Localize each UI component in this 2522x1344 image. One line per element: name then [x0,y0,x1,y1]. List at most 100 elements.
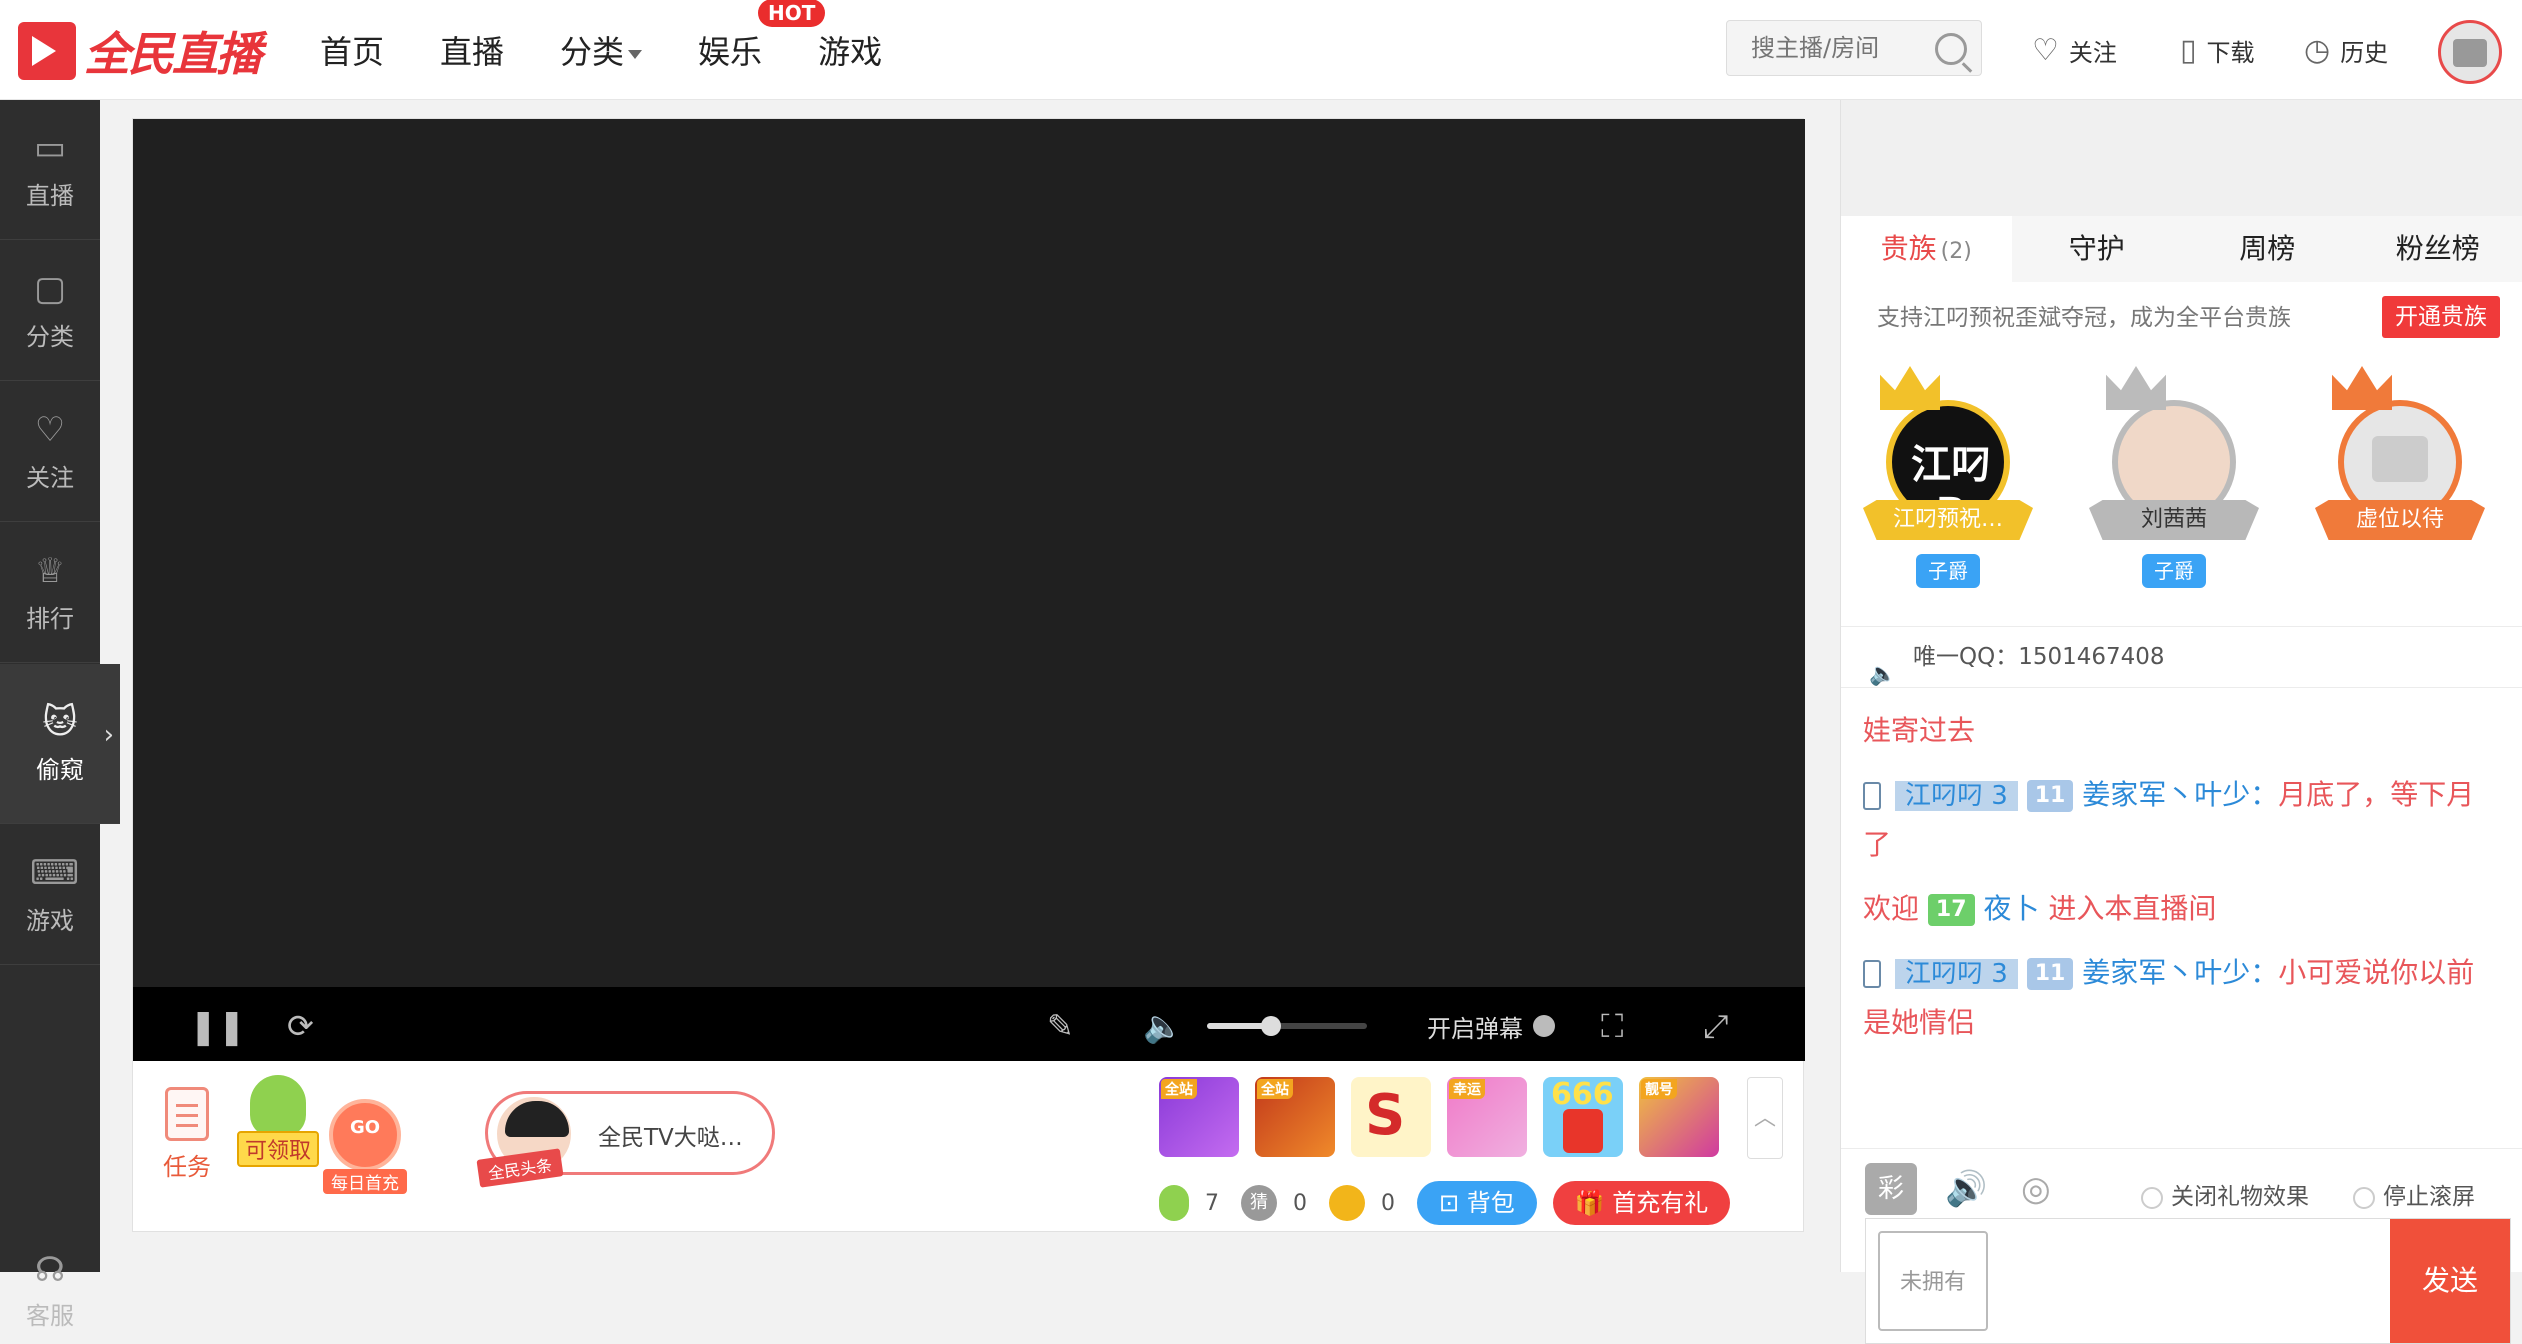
site-logo[interactable]: 全民直播 [18,22,260,80]
sidebar-item-label: 游戏 [26,907,74,935]
radio[interactable] [2141,1187,2163,1209]
gift-box-icon: 🎁 [1575,1189,1613,1217]
gift-item[interactable]: 靓号 [1639,1077,1719,1157]
chat-text: 进入本直播间 [2048,892,2216,925]
edit-icon[interactable]: ✎ [1047,1007,1074,1045]
chat-username[interactable]: 夜卜 [1983,892,2039,925]
tab-guard[interactable]: 守护 [2012,216,2183,282]
daily-recharge-label: 每日首充 [323,1169,407,1194]
go-text: GO [333,1117,397,1138]
chat-message: 娃寄过去 [1863,706,2501,756]
gift-item[interactable]: 666 [1543,1077,1623,1157]
first-recharge-label: 首充有礼 [1612,1189,1708,1217]
pear-icon [250,1075,306,1137]
chat-message: 欢迎 17 夜卜 进入本直播间 [1863,884,2501,934]
chat-username[interactable]: 姜家军丶叶少 [2082,778,2250,811]
sidebar-item-peek[interactable]: 🐱偷窥› [0,664,120,824]
chat-username[interactable]: 姜家军丶叶少 [2082,956,2250,989]
mobile-icon [1863,782,1881,810]
gift-scroll-up-icon[interactable]: ︿ [1747,1077,1783,1159]
nav-home[interactable]: 首页 [320,27,384,73]
user-avatar[interactable] [2438,20,2502,84]
volume-icon[interactable]: 🔈 [1143,1007,1183,1045]
horn-icon[interactable]: 🔊 [1945,1169,1987,1209]
refresh-icon[interactable]: ⟳ [287,1007,314,1045]
history-label: 历史 [2340,33,2388,68]
gift-item[interactable]: 全站 [1255,1077,1335,1157]
heart-icon: ♡ [30,412,70,448]
user-badge: 江叼叼 3 [1895,959,2018,989]
sidebar-item-games[interactable]: ⌨游戏 [0,825,100,965]
noble-card[interactable]: 江叼B 江叼预祝… 子爵 [1863,372,2033,588]
sidebar-item-rank[interactable]: ♕排行 [0,523,100,663]
stop-scroll-option[interactable]: 停止滚屏 [2353,1177,2475,1211]
chat-input[interactable] [2000,1219,2378,1343]
video-screen[interactable] [133,119,1805,987]
open-noble-button[interactable]: 开通贵族 [2382,296,2500,338]
heart-icon: ♡ [2032,33,2059,68]
nav-category[interactable]: 分类 [560,27,642,73]
headline-text: 全民TV大哒… [598,1118,743,1152]
tab-weekly[interactable]: 周榜 [2182,216,2353,282]
pause-icon[interactable]: ❚❚ [189,1007,246,1047]
noble-card[interactable]: 刘茜茜 子爵 [2089,372,2259,588]
user-badge: 江叼叼 3 [1895,781,2018,811]
chat-message: 江叼叼 3 11 姜家军丶叶少：小可爱说你以前是她情侣 [1863,948,2501,1048]
welcome-text: 欢迎 [1863,892,1919,925]
headset-icon: ☊ [0,1250,100,1290]
stop-scroll-label: 停止滚屏 [2383,1184,2475,1210]
coin-icon [1329,1185,1365,1221]
bag-icon: ⊡ [1439,1189,1467,1217]
send-button[interactable]: 发送 [2390,1219,2510,1343]
history-link[interactable]: ◷历史 [2304,28,2388,72]
close-gift-effect-option[interactable]: 关闭礼物效果 [2141,1177,2309,1211]
task-label: 任务 [163,1153,211,1181]
task-button[interactable]: 任务 [163,1087,211,1182]
logo-mark-icon [18,22,76,80]
customer-service-label: 客服 [26,1302,74,1330]
gift-item[interactable]: 全站 [1159,1077,1239,1157]
color-danmu-button[interactable]: 彩 [1865,1163,1917,1215]
sidebar-item-live[interactable]: ▭直播 [0,100,100,240]
left-sidebar: ▭直播 ▢分类 ♡关注 ♕排行 🐱偷窥› ⌨游戏 ☊客服 [0,100,100,1272]
fan-level-badge: 11 [2027,958,2074,990]
nav-entertainment[interactable]: 娱乐HOT [698,27,762,73]
search-box [1726,20,1982,76]
download-link[interactable]: ▯下载 [2180,28,2255,72]
main-nav: 首页 直播 分类 娱乐HOT 游戏 [320,0,938,100]
customer-service[interactable]: ☊ 客服 [0,1250,100,1331]
nav-live[interactable]: 直播 [440,27,504,73]
wallet: 7 猜 0 0 ⊡ 背包 🎁 首充有礼 [1159,1181,1730,1225]
bag-button[interactable]: ⊡ 背包 [1417,1181,1537,1225]
first-recharge-button[interactable]: 🎁 首充有礼 [1553,1181,1731,1225]
gamepad-icon: ▢ [30,271,70,307]
pear-claim[interactable]: 可领取 [237,1075,319,1167]
fullscreen-icon[interactable]: ⤢ [1703,1007,1729,1046]
danmu-label: 开启弹幕 [1427,1009,1523,1044]
rank-tabs: 贵族(2) 守护 周榜 粉丝榜 [1841,216,2522,282]
chevron-down-icon [628,50,642,59]
headline-banner[interactable]: 全民头条 全民TV大哒… [485,1091,775,1175]
noble-name: 刘茜茜 [2089,500,2259,540]
tab-nobles-label: 贵族 [1881,232,1937,265]
danmu-toggle[interactable] [1533,1015,1555,1037]
crown-icon: ♕ [30,553,70,589]
tab-fans[interactable]: 粉丝榜 [2353,216,2522,282]
gift-item[interactable]: 幸运 [1447,1077,1527,1157]
search-input[interactable] [1727,21,1917,75]
daily-recharge-icon[interactable]: GO [329,1099,401,1171]
volume-knob[interactable] [1261,1016,1281,1036]
tab-nobles[interactable]: 贵族(2) [1841,216,2012,282]
follow-link[interactable]: ♡关注 [2032,28,2117,72]
sidebar-item-follow[interactable]: ♡关注 [0,382,100,522]
gift-item[interactable]: S [1351,1077,1431,1157]
placeholder-face-icon [2372,436,2428,482]
widescreen-icon[interactable]: ⛶ [1601,1007,1623,1046]
search-icon[interactable] [1935,33,1967,65]
noble-card-empty[interactable]: 虚位以待 [2315,372,2485,540]
emoji-icon[interactable]: ◎ [2021,1169,2051,1209]
sidebar-item-category[interactable]: ▢分类 [0,241,100,381]
nav-games[interactable]: 游戏 [818,27,882,73]
volume-slider[interactable] [1207,1023,1367,1029]
radio[interactable] [2353,1187,2375,1209]
